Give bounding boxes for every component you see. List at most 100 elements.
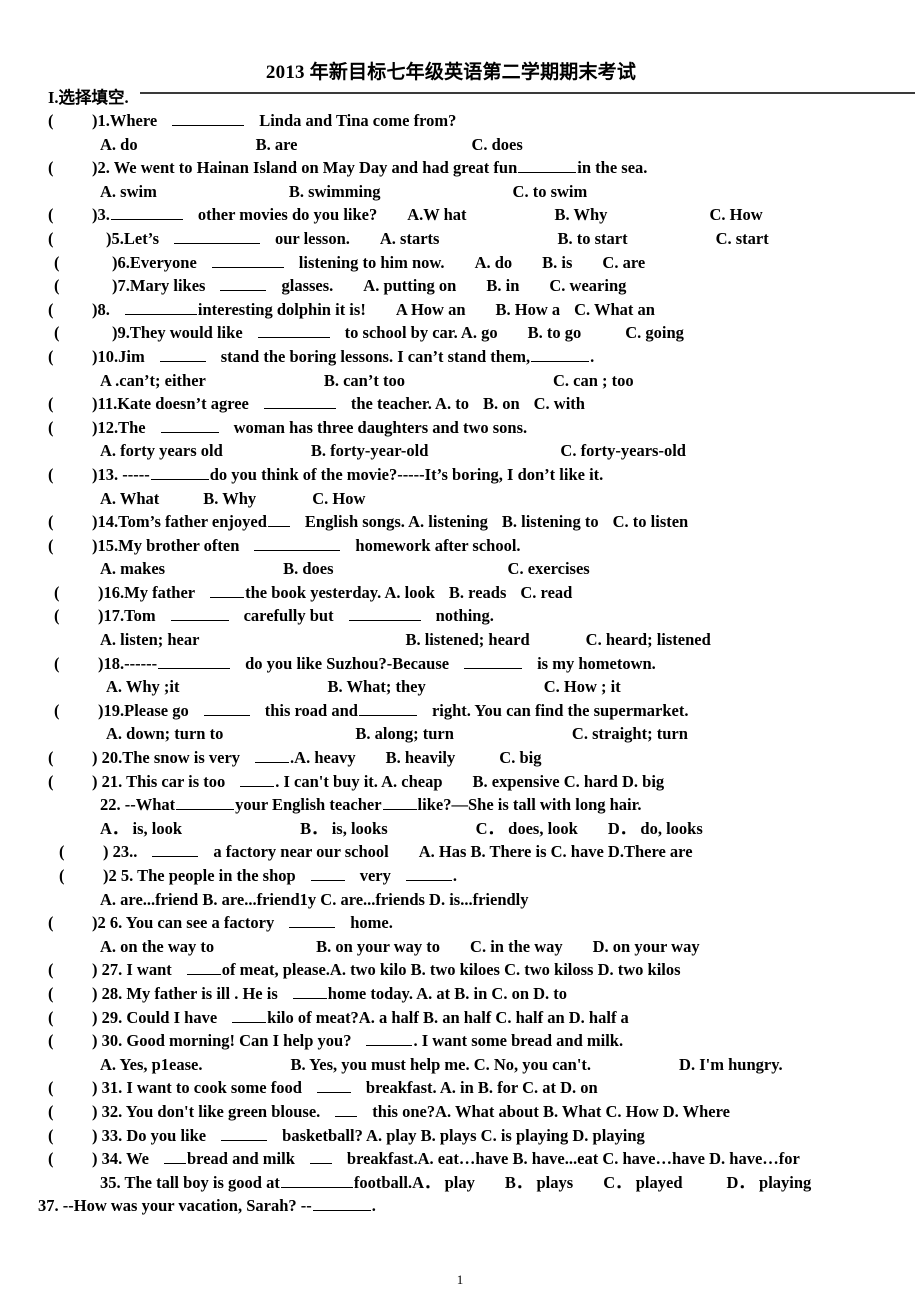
- answer-bracket[interactable]: (: [48, 1076, 92, 1100]
- question-25-option-list[interactable]: A. are...friend B. are...friend1y C. are…: [100, 890, 529, 909]
- answer-bracket[interactable]: (: [54, 321, 98, 345]
- answer-blank[interactable]: [382, 796, 417, 811]
- answer-bracket[interactable]: (: [48, 203, 92, 227]
- answer-blank[interactable]: [358, 702, 417, 716]
- option-b[interactable]: B. What; they: [328, 677, 426, 696]
- answer-bracket[interactable]: (: [48, 911, 92, 935]
- option-c[interactable]: C. How: [312, 489, 365, 508]
- answer-bracket[interactable]: (: [59, 864, 103, 888]
- option-c[interactable]: C. can ; too: [553, 371, 634, 390]
- option-c[interactable]: C. going: [625, 323, 684, 342]
- answer-blank[interactable]: [110, 206, 183, 221]
- answer-blank[interactable]: [232, 1009, 267, 1023]
- answer-blank[interactable]: [174, 230, 260, 244]
- option-a[interactable]: A .can’t; either: [100, 371, 206, 390]
- option-b[interactable]: B. to go: [528, 323, 582, 342]
- answer-bracket[interactable]: (: [54, 581, 98, 605]
- answer-blank[interactable]: [124, 301, 197, 315]
- option-c[interactable]: C. How ; it: [544, 677, 621, 696]
- option-c[interactable]: C. wearing: [549, 276, 626, 295]
- option-b[interactable]: B. How a: [496, 300, 561, 319]
- answer-blank[interactable]: [405, 867, 452, 881]
- answer-blank[interactable]: [255, 749, 290, 764]
- option-b[interactable]: B． plays: [505, 1173, 573, 1192]
- option-a[interactable]: A. do: [100, 135, 138, 154]
- answer-blank[interactable]: [221, 1127, 268, 1141]
- answer-bracket[interactable]: (: [48, 227, 92, 251]
- answer-bracket[interactable]: (: [48, 1006, 92, 1030]
- answer-blank[interactable]: [240, 773, 275, 787]
- option-c[interactable]: C. How: [709, 205, 762, 224]
- option-a[interactable]: A. forty years old: [100, 441, 223, 460]
- option-c[interactable]: C. with: [534, 394, 585, 413]
- question-23-options[interactable]: A. Has B. There is C. have D.There are: [419, 842, 693, 861]
- option-a[interactable]: A. listen; hear: [100, 630, 199, 649]
- option-b[interactable]: B. listened; heard: [405, 630, 529, 649]
- option-c[interactable]: C. in the way: [470, 937, 563, 956]
- option-a[interactable]: A. on the way to: [100, 937, 214, 956]
- answer-blank[interactable]: [335, 1103, 358, 1117]
- option-b[interactable]: B. is: [542, 253, 572, 272]
- option-b[interactable]: B. along; turn: [355, 724, 454, 743]
- answer-bracket[interactable]: (: [48, 463, 92, 487]
- option-c[interactable]: C． played: [603, 1173, 682, 1192]
- answer-bracket[interactable]: (: [48, 982, 92, 1006]
- answer-blank[interactable]: [186, 961, 221, 976]
- option-a[interactable]: A. makes: [100, 559, 165, 578]
- option-b[interactable]: B. heavily: [386, 748, 456, 767]
- answer-bracket[interactable]: (: [54, 699, 98, 723]
- option-a[interactable]: A. Yes, p1ease.: [100, 1055, 203, 1074]
- option-a[interactable]: A.W hat: [407, 205, 466, 224]
- option-b[interactable]: B. to start: [557, 229, 627, 248]
- option-c[interactable]: C. read: [520, 583, 572, 602]
- answer-blank[interactable]: [220, 277, 267, 292]
- answer-blank[interactable]: [172, 112, 245, 126]
- option-b[interactable]: B. Why: [203, 489, 256, 508]
- answer-blank[interactable]: [160, 419, 219, 433]
- answer-bracket[interactable]: (: [48, 534, 92, 558]
- answer-bracket[interactable]: (: [48, 109, 92, 133]
- answer-blank[interactable]: [531, 348, 590, 362]
- answer-bracket[interactable]: (: [48, 1147, 92, 1171]
- option-a[interactable]: A． is, look: [100, 819, 182, 838]
- option-c[interactable]: C. straight; turn: [572, 724, 688, 743]
- answer-blank[interactable]: [280, 1174, 353, 1188]
- option-a[interactable]: A. down; turn to: [106, 724, 223, 743]
- answer-blank[interactable]: [159, 348, 206, 362]
- option-a[interactable]: A. Why ;it: [106, 677, 180, 696]
- option-a[interactable]: A. starts: [380, 229, 440, 248]
- option-d[interactable]: D． playing: [727, 1173, 812, 1192]
- option-b[interactable]: B. listening to: [502, 512, 599, 531]
- answer-bracket[interactable]: (: [48, 298, 92, 322]
- answer-bracket[interactable]: (: [48, 1100, 92, 1124]
- answer-bracket[interactable]: (: [48, 1029, 92, 1053]
- answer-blank[interactable]: [176, 796, 235, 811]
- answer-blank[interactable]: [312, 1197, 371, 1212]
- option-c[interactable]: C. are: [602, 253, 645, 272]
- option-b[interactable]: B. Yes, you must help me. C. No, you can…: [291, 1055, 592, 1074]
- answer-bracket[interactable]: (: [48, 416, 92, 440]
- option-c[interactable]: C. does: [471, 135, 522, 154]
- answer-bracket[interactable]: (: [59, 840, 103, 864]
- option-b[interactable]: B. forty-year-old: [311, 441, 429, 460]
- answer-blank[interactable]: [257, 324, 330, 339]
- answer-blank[interactable]: [366, 1032, 413, 1047]
- option-c[interactable]: C. heard; listened: [586, 630, 711, 649]
- answer-bracket[interactable]: (: [48, 510, 92, 534]
- option-b[interactable]: B. Why: [555, 205, 608, 224]
- answer-bracket[interactable]: (: [48, 345, 92, 369]
- option-b[interactable]: B. in: [486, 276, 519, 295]
- answer-blank[interactable]: [150, 466, 209, 480]
- answer-blank[interactable]: [263, 395, 336, 410]
- option-c[interactable]: C. exercises: [508, 559, 590, 578]
- option-b[interactable]: B． is, looks: [300, 819, 388, 838]
- option-c[interactable]: C. to swim: [513, 182, 588, 201]
- option-b[interactable]: B. on: [483, 394, 520, 413]
- answer-blank[interactable]: [309, 1150, 332, 1165]
- option-a[interactable]: A How an: [396, 300, 466, 319]
- answer-bracket[interactable]: (: [48, 958, 92, 982]
- option-c[interactable]: C. to listen: [613, 512, 689, 531]
- answer-bracket[interactable]: (: [48, 1124, 92, 1148]
- answer-blank[interactable]: [254, 537, 341, 551]
- option-d[interactable]: D. on your way: [593, 937, 700, 956]
